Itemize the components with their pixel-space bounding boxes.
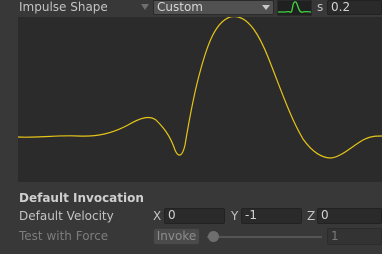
dropdown-triangle-icon bbox=[141, 4, 149, 10]
duration-value: 0.2 bbox=[331, 0, 351, 14]
curve-preview-button[interactable] bbox=[277, 0, 312, 16]
y-axis-label: Y bbox=[231, 209, 239, 223]
velocity-y-input[interactable]: -1 bbox=[241, 208, 302, 224]
force-slider-track[interactable] bbox=[207, 236, 322, 238]
chevron-down-icon bbox=[262, 5, 270, 10]
z-axis-label: Z bbox=[307, 209, 316, 223]
velocity-z-input[interactable]: 0 bbox=[317, 208, 382, 224]
force-slider-thumb[interactable] bbox=[208, 231, 219, 242]
duration-unit-label: s bbox=[317, 0, 324, 14]
force-value-input[interactable]: 1 bbox=[327, 228, 382, 245]
default-invocation-heading: Default Invocation bbox=[19, 191, 144, 205]
test-force-label: Test with Force bbox=[19, 229, 109, 243]
impulse-curve-line bbox=[17, 15, 382, 159]
mini-curve-icon bbox=[278, 1, 312, 13]
impulse-shape-selected: Custom bbox=[157, 0, 203, 14]
default-velocity-label: Default Velocity bbox=[19, 209, 114, 223]
x-axis-label: X bbox=[153, 209, 162, 223]
impulse-curve-svg bbox=[17, 15, 382, 159]
duration-input[interactable]: 0.2 bbox=[327, 0, 382, 15]
impulse-curve-graph[interactable] bbox=[17, 15, 382, 182]
impulse-shape-label: Impulse Shape bbox=[19, 0, 108, 14]
velocity-z-value: 0 bbox=[321, 208, 329, 222]
force-value: 1 bbox=[331, 229, 339, 243]
velocity-x-value: 0 bbox=[168, 208, 176, 222]
velocity-y-value: -1 bbox=[245, 208, 257, 222]
velocity-x-input[interactable]: 0 bbox=[164, 208, 225, 224]
impulse-shape-dropdown[interactable]: Custom bbox=[153, 0, 274, 15]
invoke-button[interactable]: Invoke bbox=[153, 228, 200, 245]
